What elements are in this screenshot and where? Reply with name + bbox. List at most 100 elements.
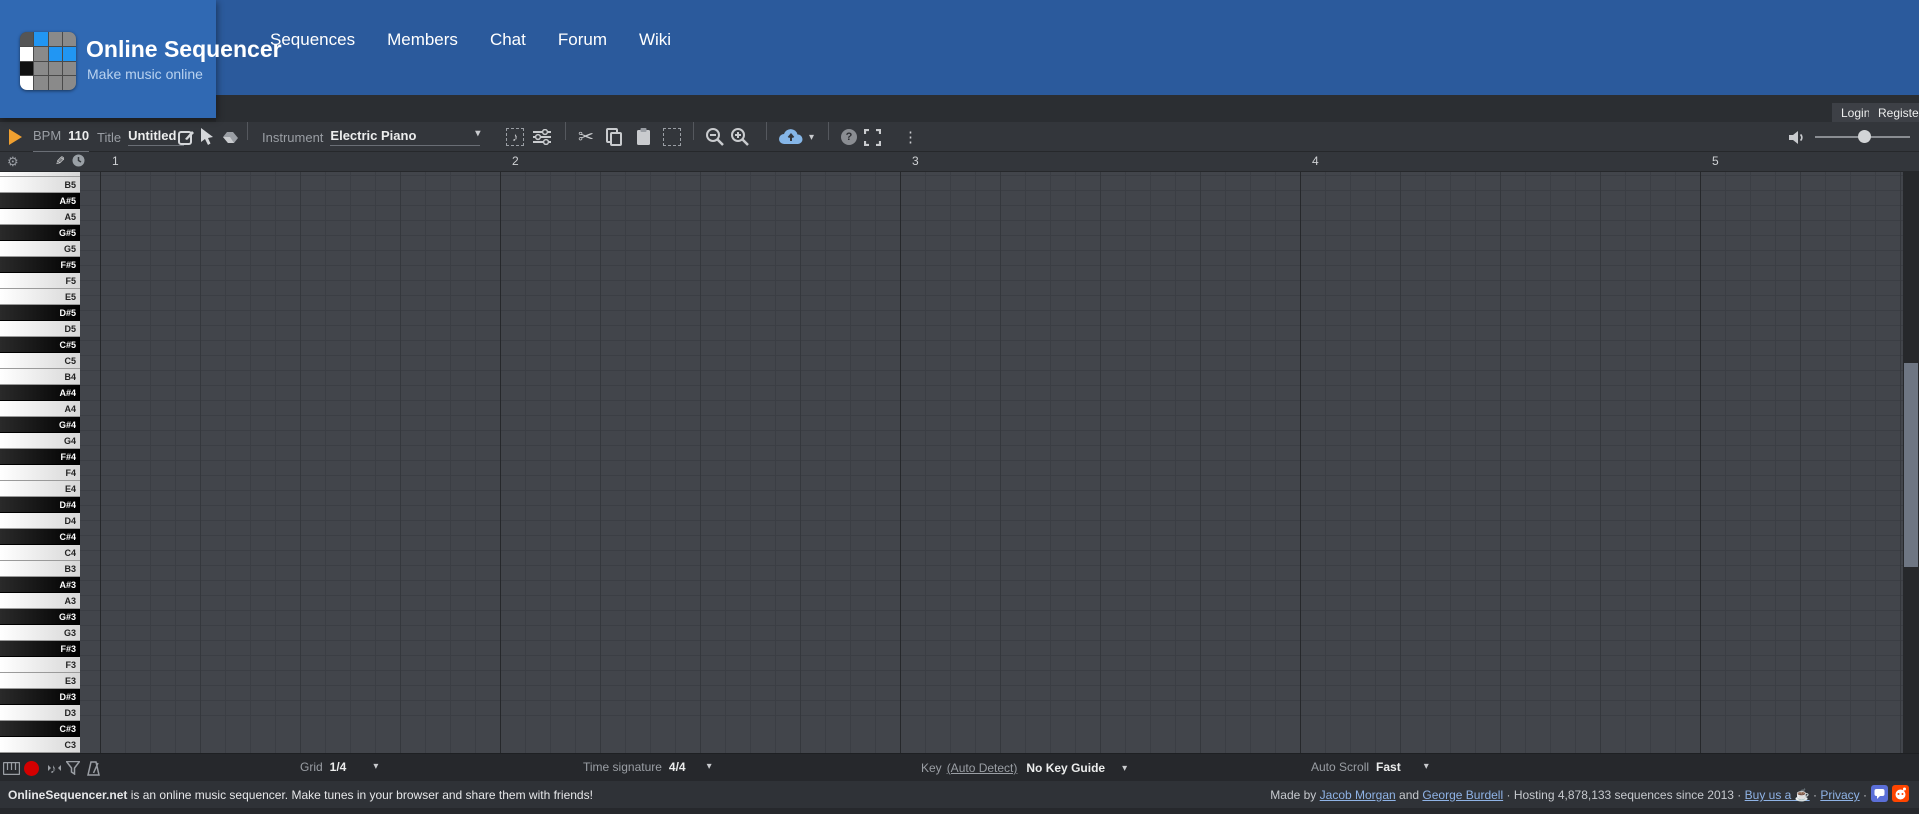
grid-row-E3[interactable]: [80, 641, 1903, 656]
piano-key-C#3[interactable]: C#3: [0, 721, 80, 737]
grid-row-G#4[interactable]: [80, 401, 1903, 416]
bpm-control[interactable]: BPM 110: [33, 122, 90, 152]
piano-key-A5[interactable]: A5: [0, 209, 80, 225]
volume-slider-thumb[interactable]: [1858, 130, 1871, 143]
grid-row-A#4[interactable]: [80, 371, 1903, 386]
grid-row-C#3[interactable]: [80, 686, 1903, 701]
save-button[interactable]: ▾: [778, 122, 814, 152]
record-button[interactable]: [24, 754, 39, 782]
nav-link-sequences[interactable]: Sequences: [270, 30, 355, 50]
george-burdell-link[interactable]: George Burdell: [1422, 788, 1503, 802]
grid-row-D#4[interactable]: [80, 476, 1903, 491]
instrument-dropdown[interactable]: Electric Piano ▾: [330, 128, 481, 146]
grid-row-D5[interactable]: [80, 311, 1903, 326]
nav-link-chat[interactable]: Chat: [490, 30, 526, 50]
piano-key-C#4[interactable]: C#4: [0, 529, 80, 545]
jacob-morgan-link[interactable]: Jacob Morgan: [1320, 788, 1396, 802]
piano-key-C3[interactable]: C3: [0, 737, 80, 753]
save-menu-caret-icon[interactable]: ▾: [809, 132, 814, 143]
piano-key-A3[interactable]: A3: [0, 593, 80, 609]
piano-key-D#4[interactable]: D#4: [0, 497, 80, 513]
piano-key-D4[interactable]: D4: [0, 513, 80, 529]
zoom-out-button[interactable]: [705, 122, 725, 152]
time-signature-dropdown[interactable]: Time signature 4/4 ▾: [583, 754, 712, 782]
piano-key-D#3[interactable]: D#3: [0, 689, 80, 705]
piano-key-A#5[interactable]: A#5: [0, 193, 80, 209]
piano-key-G3[interactable]: G3: [0, 625, 80, 641]
grid-row-C3[interactable]: [80, 701, 1903, 716]
grid-row-C#4[interactable]: [80, 506, 1903, 521]
grid-row-A3[interactable]: [80, 566, 1903, 581]
paste-button[interactable]: [636, 122, 653, 152]
draw-mode-button[interactable]: ✎: [55, 154, 65, 168]
nav-link-wiki[interactable]: Wiki: [639, 30, 671, 50]
piano-key-G#4[interactable]: G#4: [0, 417, 80, 433]
grid-row-G#3[interactable]: [80, 581, 1903, 596]
piano-key-D3[interactable]: D3: [0, 705, 80, 721]
privacy-link[interactable]: Privacy: [1820, 788, 1859, 802]
grid-row-D3[interactable]: [80, 671, 1903, 686]
discord-icon[interactable]: [1871, 785, 1888, 802]
filter-notes-button[interactable]: [66, 754, 80, 782]
eraser-tool-button[interactable]: [221, 122, 240, 152]
chevron-down-icon[interactable]: ▾: [1122, 763, 1127, 774]
piano-key-A#4[interactable]: A#4: [0, 385, 80, 401]
piano-keyboard-toggle-button[interactable]: [3, 754, 20, 782]
grid-row-B5[interactable]: [80, 176, 1903, 191]
donate-link[interactable]: Buy us a ☕: [1745, 788, 1810, 802]
piano-key-F#3[interactable]: F#3: [0, 641, 80, 657]
nav-link-forum[interactable]: Forum: [558, 30, 607, 50]
grid-size-dropdown[interactable]: Grid 1/4 ▾: [300, 754, 379, 782]
reddit-icon[interactable]: [1892, 785, 1909, 802]
logo-box[interactable]: Online Sequencer Make music online: [0, 0, 282, 118]
zoom-in-button[interactable]: [730, 122, 750, 152]
grid-row-F#5[interactable]: [80, 251, 1903, 266]
grid-row-C#5[interactable]: [80, 326, 1903, 341]
grid-row-B3[interactable]: [80, 536, 1903, 551]
grid-row-E4[interactable]: [80, 461, 1903, 476]
settings-button[interactable]: ⚙: [7, 154, 19, 170]
grid-row-G#5[interactable]: [80, 221, 1903, 236]
nav-link-members[interactable]: Members: [387, 30, 458, 50]
grid-row-F4[interactable]: [80, 446, 1903, 461]
piano-key-G#5[interactable]: G#5: [0, 225, 80, 241]
note-grid[interactable]: [80, 172, 1903, 753]
piano-key-E4[interactable]: E4: [0, 481, 80, 497]
grid-row-C5[interactable]: [80, 341, 1903, 356]
piano-key-E3[interactable]: E3: [0, 673, 80, 689]
cut-button[interactable]: ✂: [578, 122, 594, 152]
piano-key-F#4[interactable]: F#4: [0, 449, 80, 465]
grid-row-E5[interactable]: [80, 281, 1903, 296]
grid-row-A4[interactable]: [80, 386, 1903, 401]
grid-row-F#3[interactable]: [80, 611, 1903, 626]
piano-key-F#5[interactable]: F#5: [0, 257, 80, 273]
grid-row-A#3[interactable]: [80, 551, 1903, 566]
grid-row-G5[interactable]: [80, 236, 1903, 251]
piano-key-G5[interactable]: G5: [0, 241, 80, 257]
key-guide-value[interactable]: No Key Guide: [1026, 761, 1105, 775]
grid-row-F#4[interactable]: [80, 431, 1903, 446]
play-button[interactable]: [9, 122, 22, 152]
note-select-tool-button[interactable]: ♪: [506, 122, 524, 152]
grid-row-F5[interactable]: [80, 266, 1903, 281]
piano-key-D#5[interactable]: D#5: [0, 305, 80, 321]
step-record-button[interactable]: ♪: [46, 754, 63, 782]
grid-row-G4[interactable]: [80, 416, 1903, 431]
auto-scroll-dropdown[interactable]: Auto Scroll Fast ▾: [1311, 754, 1429, 782]
grid-row-A#5[interactable]: [80, 191, 1903, 206]
vertical-scrollbar[interactable]: [1903, 172, 1919, 753]
instrument-settings-button[interactable]: [533, 122, 551, 152]
piano-key-C5[interactable]: C5: [0, 353, 80, 369]
piano-key-A#3[interactable]: A#3: [0, 577, 80, 593]
title-input[interactable]: Untitled: [128, 128, 185, 146]
piano-key-G#3[interactable]: G#3: [0, 609, 80, 625]
grid-row-A5[interactable]: [80, 206, 1903, 221]
register-button[interactable]: Register: [1869, 103, 1919, 124]
piano-key-B4[interactable]: B4: [0, 369, 80, 385]
bpm-input[interactable]: 110: [68, 128, 89, 143]
piano-key-E5[interactable]: E5: [0, 289, 80, 305]
more-options-button[interactable]: ⋮: [903, 122, 918, 152]
copy-button[interactable]: [606, 122, 622, 152]
help-button[interactable]: ?: [841, 122, 857, 152]
grid-row-D#3[interactable]: [80, 656, 1903, 671]
